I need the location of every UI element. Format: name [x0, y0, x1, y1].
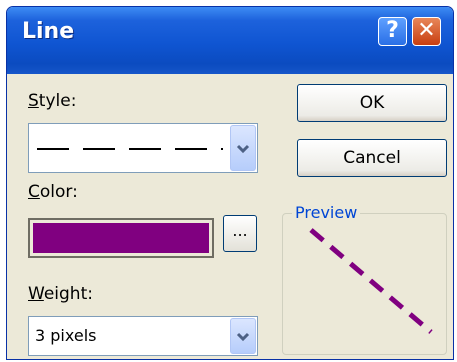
- preview-label: Preview: [292, 203, 361, 222]
- weight-label: Weight:: [28, 284, 93, 304]
- line-dialog: Line ? ✕ Style: Color: ... Weight: 3 pix…: [6, 6, 454, 360]
- preview-line: [309, 228, 433, 334]
- ok-button[interactable]: OK: [297, 84, 447, 122]
- chevron-down-icon[interactable]: [230, 125, 256, 171]
- more-colors-button[interactable]: ...: [223, 215, 257, 252]
- color-swatch-fill: [33, 223, 209, 253]
- cancel-button[interactable]: Cancel: [297, 139, 447, 177]
- style-label: Style:: [28, 91, 77, 111]
- preview-group: [282, 213, 447, 355]
- color-label: Color:: [28, 182, 78, 202]
- chevron-down-glyph: [236, 144, 250, 154]
- close-button[interactable]: ✕: [412, 17, 441, 46]
- chevron-down-glyph: [236, 332, 250, 342]
- color-swatch[interactable]: [28, 218, 214, 258]
- help-button[interactable]: ?: [378, 17, 407, 46]
- style-select[interactable]: [28, 123, 258, 173]
- weight-select[interactable]: 3 pixels: [28, 316, 258, 356]
- weight-value: 3 pixels: [35, 326, 97, 345]
- dashed-line-style-icon: [37, 148, 223, 150]
- dialog-title: Line: [22, 19, 75, 44]
- chevron-down-icon[interactable]: [230, 318, 256, 354]
- title-bar[interactable]: Line ? ✕: [7, 7, 453, 74]
